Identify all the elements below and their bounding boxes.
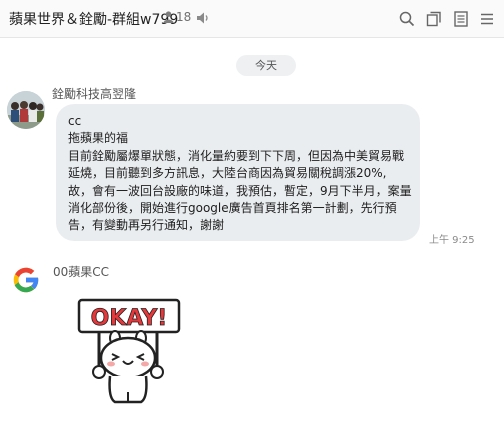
message-timestamp: 上午 9:25 <box>429 235 475 246</box>
copy-icon[interactable] <box>425 10 443 28</box>
message-line: cc <box>68 114 82 128</box>
message-bubble[interactable]: cc 拖蘋果的福 目前銓勵屬爆單狀態，消化量約要到下下周，但因為中美貿易戰 延燒… <box>56 104 420 241</box>
chat-header: 蘋果世界＆銓勵-群組w799 18 <box>0 0 504 38</box>
chat-title: 蘋果世界＆銓勵-群組w799 <box>9 12 179 28</box>
google-logo-icon[interactable] <box>10 264 42 296</box>
sender-name: 00蘋果CC <box>53 265 110 279</box>
avatar[interactable] <box>7 91 45 129</box>
message-line: 目前銓勵屬爆單狀態，消化量約要到下下周，但因為中美貿易戰 <box>68 148 405 163</box>
message-line: 拖蘋果的福 <box>68 131 129 146</box>
message-line: 延燒，目前聽到多方訊息，大陸台商因為貿易關稅調漲20%, <box>68 166 387 181</box>
message-line: 消化部份後，開始進行google廣告首頁排名第一計劃，先行預 <box>68 201 397 216</box>
avatar-photo-icon <box>7 91 45 129</box>
notes-icon[interactable] <box>452 10 470 28</box>
date-separator: 今天 <box>236 55 296 76</box>
menu-icon[interactable] <box>478 10 496 28</box>
person-icon <box>163 11 174 23</box>
message-line: 告，有變動再另行通知，謝謝 <box>68 218 225 233</box>
member-count-label: 18 <box>176 10 192 24</box>
message-line: 故，會有一波回台設廠的味道，我預估，暫定，9月下半月，案量 <box>68 183 412 198</box>
okay-sticker[interactable]: OKAY! <box>77 294 181 406</box>
sticker-text: OKAY! <box>91 306 168 331</box>
search-icon[interactable] <box>398 10 416 28</box>
speaker-icon[interactable] <box>196 11 210 25</box>
sender-name: 銓勵科技高翌隆 <box>52 87 137 101</box>
member-count[interactable]: 18 <box>163 10 191 24</box>
